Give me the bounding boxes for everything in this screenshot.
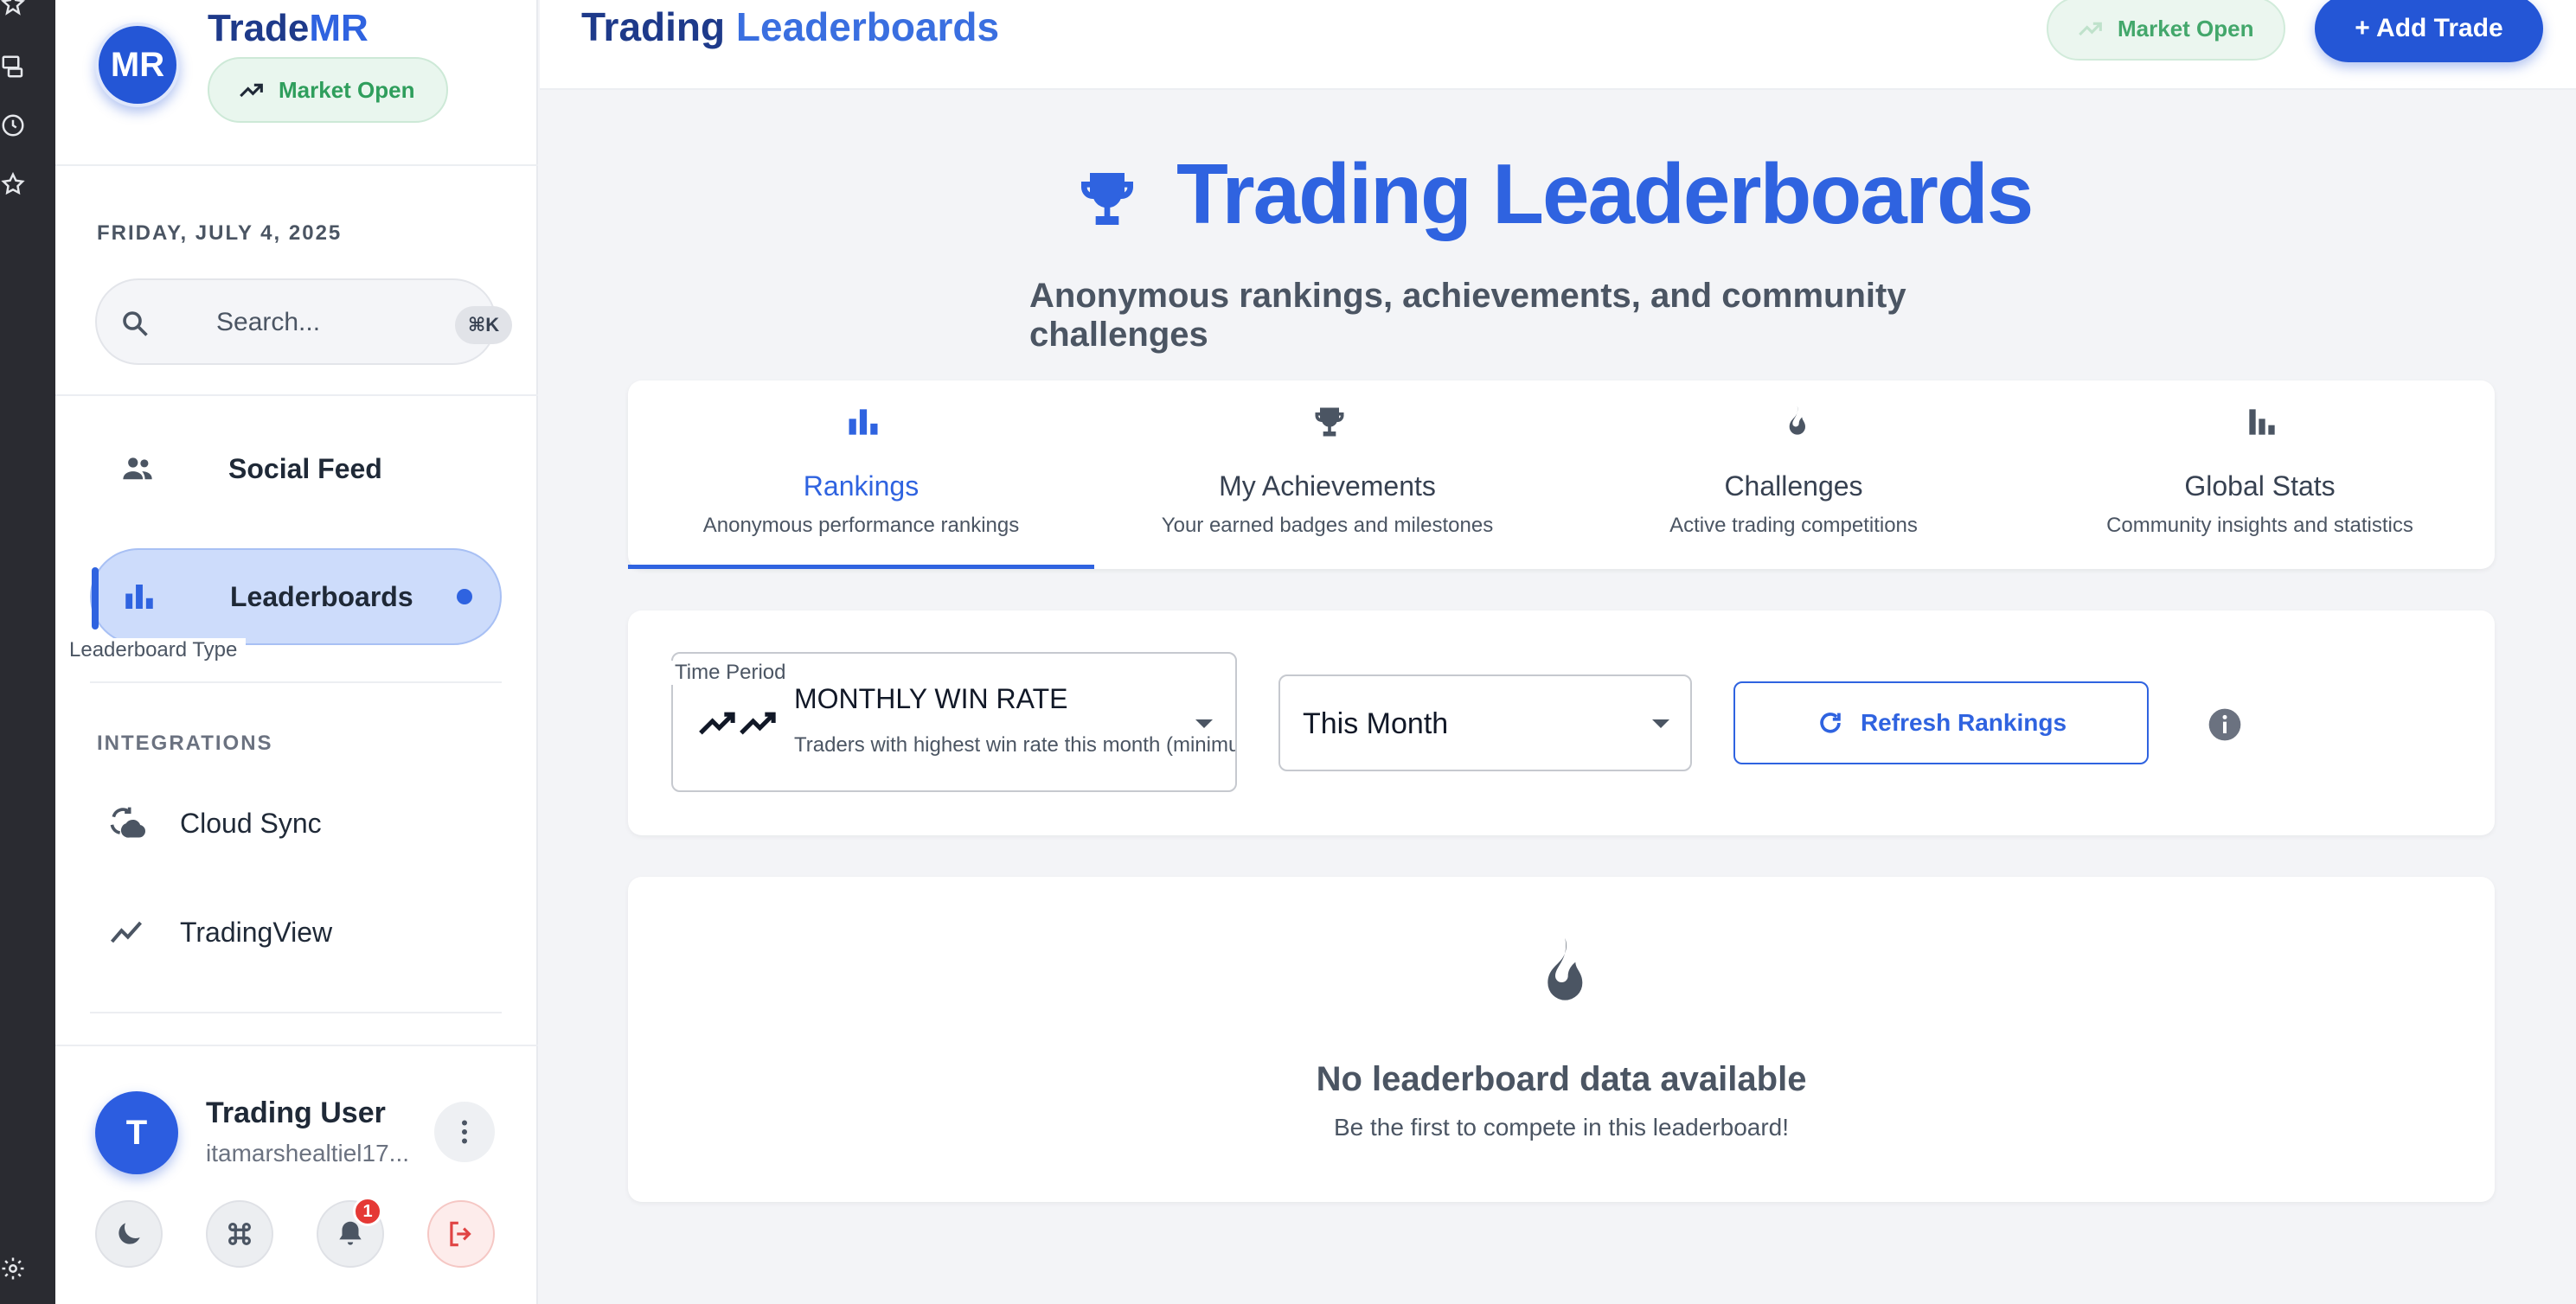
divider [55, 394, 538, 396]
user-name: Trading User [206, 1096, 386, 1129]
theme-toggle-button[interactable] [95, 1200, 163, 1268]
empty-state-card: No leaderboard data available Be the fir… [628, 877, 2495, 1202]
search-icon [123, 311, 148, 336]
people-icon [123, 457, 152, 480]
brand-name: TradeMR [208, 7, 368, 50]
brand-name-prefix: Trade [208, 7, 310, 49]
user-panel: T Trading User itamarshealtiel17... 1 [55, 1045, 538, 1304]
empty-state-title: No leaderboard data available [1316, 1060, 1807, 1098]
history-icon[interactable] [0, 112, 26, 138]
integrations-section-label: INTEGRATIONS [97, 732, 273, 755]
notification-count-badge: 1 [353, 1197, 382, 1226]
market-status-text: Market Open [2118, 15, 2254, 42]
user-menu-button[interactable] [434, 1102, 495, 1162]
chevron-down-icon [1195, 719, 1213, 728]
star-icon[interactable] [0, 171, 26, 197]
trending-up-double-icon [699, 712, 776, 735]
more-vertical-icon [462, 1120, 467, 1144]
hero-subtitle: Anonymous rankings, achievements, and co… [1029, 277, 1906, 354]
page-title: Trading Leaderboards [581, 3, 999, 50]
current-date: FRIDAY, JULY 4, 2025 [97, 221, 343, 245]
divider [90, 1012, 502, 1013]
command-icon [228, 1223, 251, 1245]
brand-header: MR TradeMR Market Open [55, 0, 538, 166]
tab-title: Challenges [1724, 470, 1863, 502]
add-trade-button[interactable]: + Add Trade [2315, 0, 2543, 62]
leaderboard-type-value: MONTHLY WIN RATE [794, 683, 1068, 714]
tab-rankings[interactable]: Rankings Anonymous performance rankings [628, 380, 1094, 569]
logout-icon [450, 1221, 471, 1247]
magic-icon[interactable] [0, 0, 26, 17]
trophy-icon [1081, 173, 1133, 225]
trending-up-icon [2079, 22, 2102, 36]
trending-up-icon [240, 83, 263, 98]
time-period-label: Time Period [666, 661, 795, 685]
tab-my-achievements[interactable]: My Achievements Your earned badges and m… [1094, 380, 1560, 569]
command-palette-button[interactable] [206, 1200, 273, 1268]
leaderboard-tabs: Rankings Anonymous performance rankings … [628, 380, 2495, 569]
hero-title: Trading Leaderboards [1176, 146, 2034, 241]
empty-state-subtitle: Be the first to compete in this leaderbo… [1333, 1114, 1790, 1141]
sidebar-item-label: Social Feed [228, 452, 382, 484]
tab-title: Global Stats [2184, 470, 2336, 502]
settings-icon[interactable] [0, 1256, 26, 1282]
avatar[interactable]: T [95, 1091, 178, 1174]
app-rail [0, 0, 55, 1304]
filters-card: MONTHLY WIN RATE Traders with highest wi… [628, 610, 2495, 835]
user-email: itamarshealtiel17... [206, 1140, 410, 1167]
brand-name-suffix: MR [309, 7, 368, 49]
stats-icon [2249, 409, 2275, 435]
sidebar-item-cloud-sync[interactable]: Cloud Sync [107, 797, 322, 849]
trophy-icon [1315, 407, 1344, 437]
chevron-down-icon [1652, 719, 1669, 728]
tab-title: Rankings [803, 470, 920, 502]
cloud-sync-icon [110, 807, 145, 838]
leaderboard-type-description: Traders with highest win rate this month… [794, 733, 1237, 757]
bar-chart-icon [849, 409, 878, 435]
top-bar: Trading Leaderboards Market Open + Add T… [540, 0, 2576, 90]
refresh-rankings-label: Refresh Rankings [1860, 709, 2067, 736]
page-title-part1: Trading [581, 4, 736, 49]
trend-line-icon [110, 921, 143, 943]
logout-button[interactable] [427, 1200, 495, 1268]
leaderboard-type-label: Leaderboard Type [61, 638, 247, 662]
tab-subtitle: Anonymous performance rankings [702, 514, 1020, 537]
search-placeholder: Search... [216, 308, 321, 336]
tab-title: My Achievements [1219, 470, 1436, 502]
integration-label: Cloud Sync [180, 807, 322, 839]
hardware-icon[interactable] [0, 54, 26, 80]
flame-icon [1789, 406, 1805, 435]
info-icon[interactable] [2208, 707, 2242, 742]
market-status-text: Market Open [279, 76, 415, 103]
active-indicator-bar [92, 567, 99, 630]
divider [90, 681, 502, 683]
tab-challenges[interactable]: Challenges Active trading competitions [1560, 380, 2027, 569]
notifications-button[interactable]: 1 [317, 1197, 384, 1268]
tab-global-stats[interactable]: Global Stats Community insights and stat… [2027, 380, 2493, 569]
market-status-badge: Market Open [208, 57, 448, 123]
moon-icon [119, 1223, 140, 1244]
integration-label: TradingView [180, 916, 333, 948]
refresh-rankings-button[interactable]: Refresh Rankings [1733, 681, 2149, 764]
refresh-icon [1820, 713, 1841, 733]
sidebar-item-label: Leaderboards [230, 580, 413, 612]
bar-chart-icon [125, 585, 153, 609]
sidebar-item-tradingview[interactable]: TradingView [107, 906, 332, 958]
brand-logo[interactable]: MR [95, 22, 180, 107]
tab-subtitle: Your earned badges and milestones [1161, 514, 1494, 537]
active-tab-underline [628, 565, 1094, 569]
time-period-select[interactable]: This Month [1278, 674, 1692, 771]
flame-icon [1548, 938, 1583, 1000]
sidebar-item-social-feed[interactable]: Social Feed [90, 420, 502, 517]
tab-subtitle: Active trading competitions [1669, 514, 1918, 537]
time-period-value: This Month [1303, 707, 1449, 740]
active-dot [457, 589, 472, 604]
market-status-badge: Market Open [2047, 0, 2285, 61]
page-title-part2: Leaderboards [735, 4, 1000, 49]
sidebar-item-leaderboards[interactable]: Leaderboards [90, 548, 502, 645]
tab-subtitle: Community insights and statistics [2106, 514, 2413, 537]
search-input[interactable]: Search... ⌘K [95, 278, 512, 365]
search-shortcut-badge: ⌘K [455, 306, 512, 344]
